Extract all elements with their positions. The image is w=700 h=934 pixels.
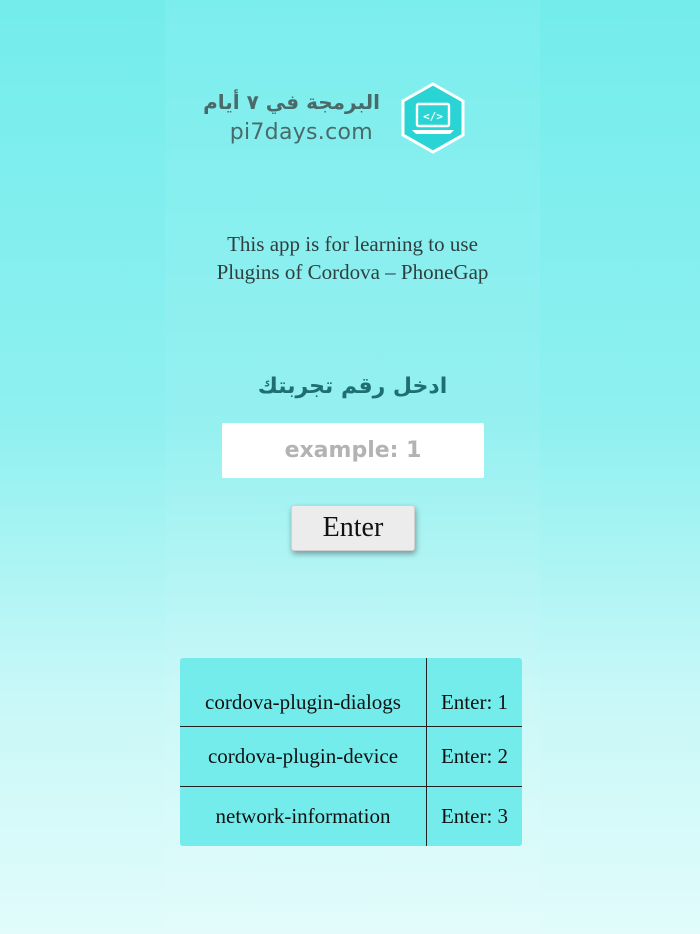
enter-button[interactable]: Enter — [291, 505, 415, 551]
plugin-table: cordova-plugin-dialogs Enter: 1 cordova-… — [180, 658, 522, 846]
logo-arabic-title: البرمجة في ٧ أيام — [203, 90, 380, 114]
table-row: network-information Enter: 3 — [180, 786, 522, 846]
intro-line-2: Plugins of Cordova – PhoneGap — [216, 260, 489, 284]
plugin-name: cordova-plugin-device — [180, 726, 427, 787]
plugin-name: network-information — [180, 786, 427, 846]
code-laptop-hexagon-icon: </> — [401, 82, 465, 154]
plugin-enter-key: Enter: 1 — [440, 689, 509, 714]
table-row: cordova-plugin-device Enter: 2 — [180, 726, 522, 787]
experiment-number-prompt: ادخل رقم تجربتك — [257, 374, 448, 399]
app-logo: البرمجة في ٧ أيام pi7days.com </> — [203, 82, 470, 154]
logo-domain: pi7days.com — [229, 120, 373, 145]
intro-text: This app is for learning to use Plugins … — [150, 230, 555, 286]
svg-text:</>: </> — [423, 110, 443, 123]
plugin-enter-key: Enter: 3 — [426, 786, 522, 846]
experiment-number-input[interactable] — [222, 423, 484, 478]
table-row: cordova-plugin-dialogs Enter: 1 — [180, 658, 522, 727]
plugin-enter-key: Enter: 2 — [426, 726, 522, 787]
plugin-name: cordova-plugin-dialogs — [180, 658, 427, 727]
intro-line-1: This app is for learning to use — [227, 232, 478, 256]
